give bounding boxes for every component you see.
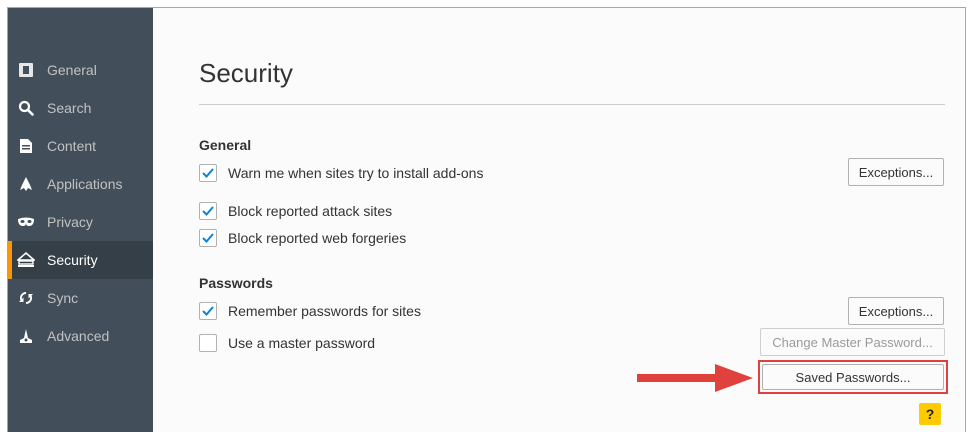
warn-addons-checkbox[interactable]	[199, 164, 217, 182]
remember-passwords-checkbox[interactable]	[199, 302, 217, 320]
sidebar-item-label: Search	[47, 100, 92, 116]
preferences-window: General Search Content Applications Priv…	[7, 7, 966, 432]
help-button[interactable]: ?	[919, 403, 941, 425]
sidebar-item-label: Content	[47, 138, 97, 154]
sidebar-item-applications[interactable]: Applications	[8, 165, 153, 203]
general-heading: General	[199, 137, 252, 153]
master-password-label[interactable]: Use a master password	[228, 335, 375, 351]
sidebar-item-label: Privacy	[47, 214, 93, 230]
search-icon	[17, 99, 35, 117]
change-master-password-button[interactable]: Change Master Password...	[760, 328, 945, 356]
block-attack-checkbox[interactable]	[199, 202, 217, 220]
block-attack-row: Block reported attack sites	[199, 202, 392, 220]
checkmark-icon	[202, 168, 214, 178]
sidebar-item-label: Sync	[47, 290, 79, 306]
sidebar-item-general[interactable]: General	[8, 51, 153, 89]
sidebar-item-search[interactable]: Search	[8, 89, 153, 127]
warn-addons-row: Warn me when sites try to install add-on…	[199, 164, 483, 182]
sidebar-item-content[interactable]: Content	[8, 127, 153, 165]
sidebar-item-label: Advanced	[47, 328, 110, 344]
passwords-exceptions-button[interactable]: Exceptions...	[848, 297, 944, 325]
block-forgeries-row: Block reported web forgeries	[199, 229, 406, 247]
sidebar: General Search Content Applications Priv…	[8, 8, 153, 432]
page-title: Security	[199, 58, 293, 88]
sidebar-item-sync[interactable]: Sync	[8, 279, 153, 317]
annotation-highlight-box	[758, 360, 948, 394]
block-attack-label[interactable]: Block reported attack sites	[228, 203, 392, 219]
content-icon	[17, 137, 35, 155]
checkmark-icon	[202, 206, 214, 216]
remember-passwords-row: Remember passwords for sites	[199, 302, 421, 320]
title-divider	[199, 104, 945, 105]
remember-passwords-label[interactable]: Remember passwords for sites	[228, 303, 421, 319]
warn-addons-label[interactable]: Warn me when sites try to install add-on…	[228, 165, 483, 181]
sidebar-item-privacy[interactable]: Privacy	[8, 203, 153, 241]
security-icon	[17, 251, 35, 269]
master-password-row: Use a master password	[199, 334, 375, 352]
sidebar-item-security[interactable]: Security	[8, 241, 153, 279]
block-forgeries-checkbox[interactable]	[199, 229, 217, 247]
privacy-mask-icon	[17, 213, 35, 231]
sidebar-item-label: Applications	[47, 176, 123, 192]
applications-icon	[17, 175, 35, 193]
sidebar-item-label: General	[47, 62, 97, 78]
checkmark-icon	[202, 306, 214, 316]
master-password-checkbox[interactable]	[199, 334, 217, 352]
sidebar-item-advanced[interactable]: Advanced	[8, 317, 153, 355]
security-pane: Security General Warn me when sites try …	[153, 8, 965, 432]
sync-icon	[17, 289, 35, 307]
addons-exceptions-button[interactable]: Exceptions...	[848, 158, 944, 186]
sidebar-item-label: Security	[47, 252, 98, 268]
general-icon	[17, 61, 35, 79]
checkmark-icon	[202, 233, 214, 243]
advanced-icon	[17, 327, 35, 345]
passwords-heading: Passwords	[199, 275, 273, 291]
annotation-arrow-icon	[637, 364, 753, 392]
block-forgeries-label[interactable]: Block reported web forgeries	[228, 230, 406, 246]
